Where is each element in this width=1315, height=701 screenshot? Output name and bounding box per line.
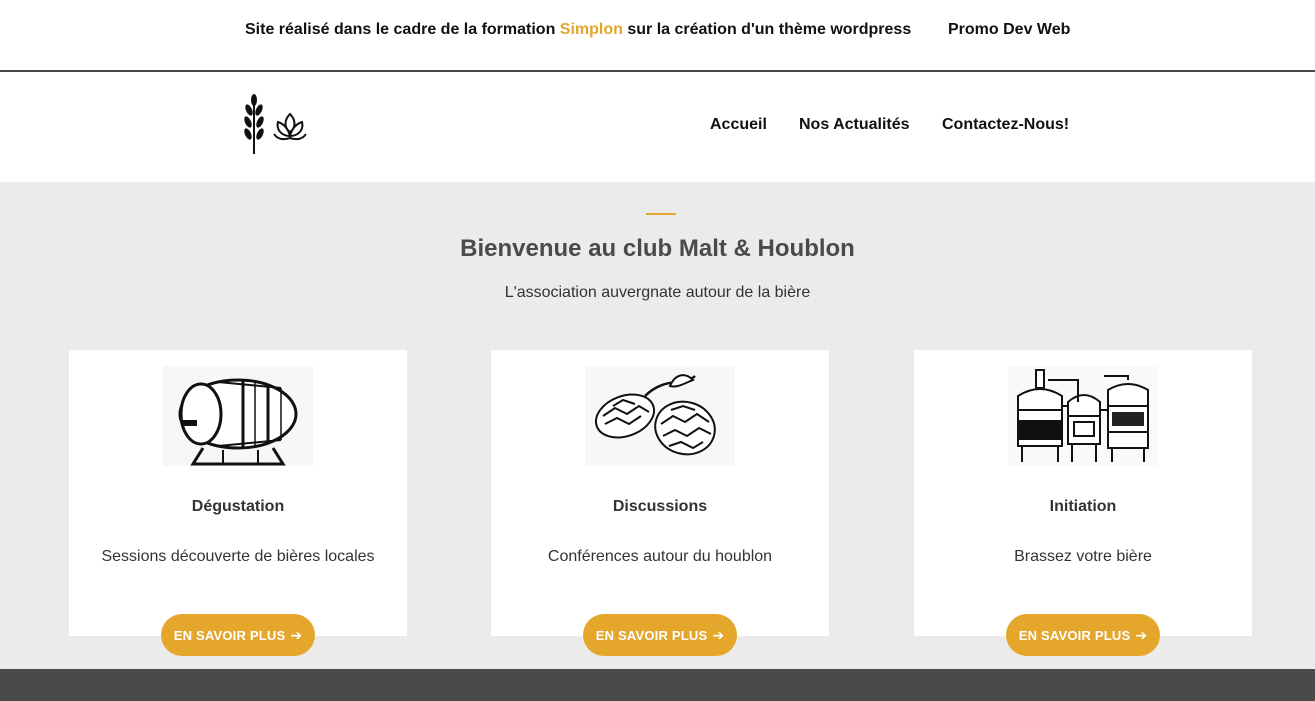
nav-item-contact[interactable]: Contactez-Nous! xyxy=(942,116,1069,134)
card-title: Initiation xyxy=(1049,498,1117,515)
brewing-equipment-illustration-icon xyxy=(1008,366,1158,466)
top-announcement-bar: Site réalisé dans le cadre de la formati… xyxy=(0,0,1315,72)
card-title: Dégustation xyxy=(191,498,285,515)
nav-item-actualites[interactable]: Nos Actualités xyxy=(799,116,910,134)
card-title: Discussions xyxy=(612,498,708,515)
arrow-right-icon: ➔ xyxy=(290,626,303,643)
hero-subtitle: L'association auvergnate autour de la bi… xyxy=(504,284,811,301)
button-label: EN SAVOIR PLUS xyxy=(173,627,286,643)
wheat-and-hop-logo-icon[interactable] xyxy=(238,92,310,156)
learn-more-button[interactable]: EN SAVOIR PLUS ➔ xyxy=(1006,614,1160,656)
hero-section: Bienvenue au club Malt & Houblon L'assoc… xyxy=(0,182,1315,669)
learn-more-button[interactable]: EN SAVOIR PLUS ➔ xyxy=(161,614,315,656)
announcement-text-before: Site réalisé dans le cadre de la formati… xyxy=(245,21,560,38)
arrow-right-icon: ➔ xyxy=(1135,626,1148,643)
site-footer xyxy=(0,669,1315,701)
card-description: Conférences autour du houblon xyxy=(547,548,773,565)
hero-title: Bienvenue au club Malt & Houblon xyxy=(460,235,855,262)
card-description: Brassez votre bière xyxy=(1014,548,1152,565)
card-initiation: Initiation Brassez votre bière EN SAVOIR… xyxy=(914,350,1252,656)
barrel-illustration-icon xyxy=(163,366,313,466)
card-degustation: Dégustation Sessions découverte de bière… xyxy=(69,350,407,656)
button-label: EN SAVOIR PLUS xyxy=(1018,627,1131,643)
card-discussions: Discussions Conférences autour du houblo… xyxy=(491,350,829,656)
promo-label: Promo Dev Web xyxy=(948,21,1071,38)
arrow-right-icon: ➔ xyxy=(712,626,725,643)
learn-more-button[interactable]: EN SAVOIR PLUS ➔ xyxy=(583,614,737,656)
site-header: Accueil Nos Actualités Contactez-Nous! xyxy=(0,72,1315,182)
title-accent-rule xyxy=(646,213,676,215)
card-description: Sessions découverte de bières locales xyxy=(101,548,375,565)
hops-illustration-icon xyxy=(585,366,735,466)
simplon-link[interactable]: Simplon xyxy=(560,21,623,38)
announcement-text-after: sur la création d'un thème wordpress xyxy=(622,21,912,38)
announcement-text: Site réalisé dans le cadre de la formati… xyxy=(245,21,911,39)
nav-item-accueil[interactable]: Accueil xyxy=(710,116,767,134)
button-label: EN SAVOIR PLUS xyxy=(595,627,708,643)
